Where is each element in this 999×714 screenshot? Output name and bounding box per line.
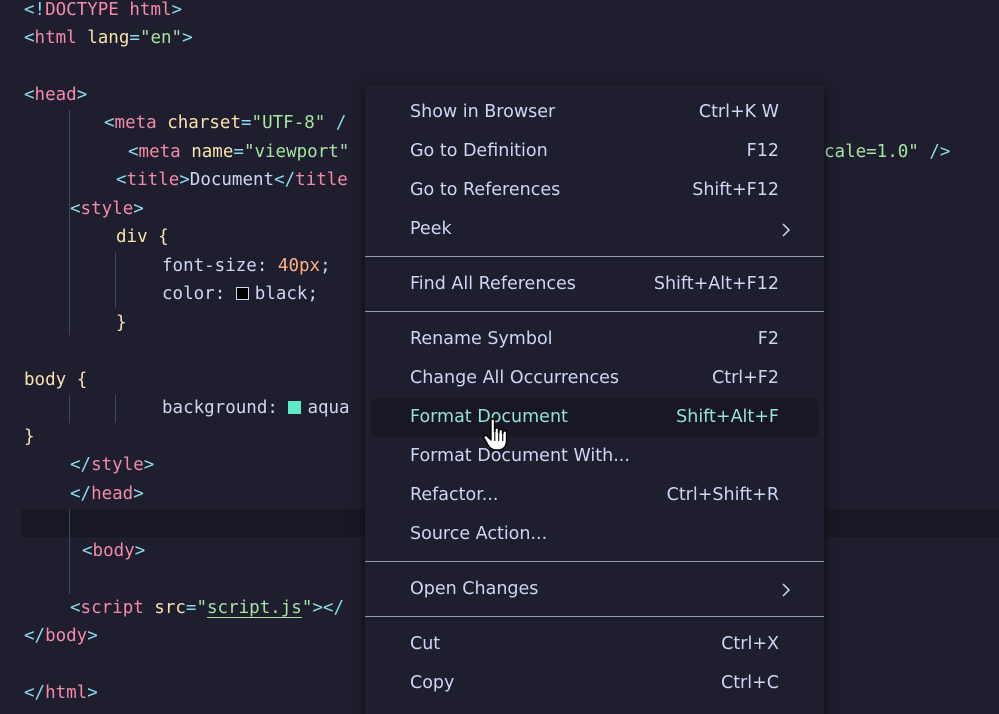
menu-separator: [365, 561, 824, 562]
menu-item-label: Source Action...: [410, 524, 548, 544]
code-line-6-tail: cale=1.0" />: [824, 142, 951, 162]
code-line-2: <html lang="en">: [24, 28, 193, 48]
menu-item-label: Open Changes: [410, 579, 539, 599]
menu-item-shortcut: Shift+Alt+F12: [653, 274, 779, 294]
code-line-22: <script src="script.js"></: [70, 598, 344, 618]
code-line-10: font-size: 40px;: [162, 256, 331, 276]
menu-separator: [365, 256, 824, 257]
code-line-5: <meta charset="UTF-8" /: [104, 113, 347, 133]
code-line-8: <style>: [70, 199, 144, 219]
code-line-1: <!DOCTYPE html>: [24, 0, 183, 20]
menu-item-shortcut: Shift+Alt+F: [676, 407, 779, 427]
chevron-right-icon: [782, 223, 791, 237]
code-editor[interactable]: <!DOCTYPE html> <html lang="en"> <head> …: [0, 0, 999, 714]
chevron-right-icon: [782, 583, 791, 597]
code-line-7: <title>Document</title: [116, 170, 348, 190]
menu-separator: [365, 311, 824, 312]
code-line-9: div {: [116, 227, 169, 247]
menu-item-label: Refactor...: [410, 485, 499, 505]
code-line-12: }: [116, 313, 127, 333]
menu-item-label: Peek: [410, 219, 452, 239]
menu-item-peek[interactable]: Peek: [371, 210, 818, 249]
code-line-23: </body>: [24, 626, 98, 646]
menu-item-shortcut: Ctrl+F2: [711, 368, 779, 388]
menu-item-label: Format Document With...: [410, 446, 630, 466]
hand-pointer-cursor-icon: [483, 418, 508, 451]
code-line-18: </head>: [70, 484, 144, 504]
code-line-20: <body>: [82, 541, 146, 561]
color-swatch-aqua[interactable]: [288, 401, 302, 414]
menu-item-label: Rename Symbol: [410, 329, 553, 349]
menu-item-label: Copy: [410, 673, 455, 693]
menu-item-rename-symbol[interactable]: Rename Symbol F2: [371, 320, 818, 359]
menu-item-refactor[interactable]: Refactor... Ctrl+Shift+R: [371, 476, 818, 515]
menu-item-cut[interactable]: Cut Ctrl+X: [371, 625, 818, 664]
menu-item-shortcut: Ctrl+C: [720, 673, 779, 693]
menu-item-open-changes[interactable]: Open Changes: [371, 570, 818, 609]
code-line-16: }: [24, 427, 35, 447]
script-src-link[interactable]: script.js: [207, 598, 302, 618]
indent-guide: [115, 252, 116, 308]
indent-guide: [115, 395, 116, 423]
color-swatch-black[interactable]: [235, 287, 249, 300]
menu-item-label: Go to References: [410, 180, 561, 200]
code-line-17: </style>: [70, 455, 155, 475]
menu-item-copy[interactable]: Copy Ctrl+C: [371, 664, 818, 703]
code-line-11: color: black;: [162, 284, 318, 304]
menu-item-shortcut: F2: [757, 329, 779, 349]
menu-separator: [365, 616, 824, 617]
code-line-14: body {: [24, 370, 88, 390]
code-line-15: background: aqua: [162, 398, 350, 418]
menu-item-label: Go to Definition: [410, 141, 548, 161]
code-line-25: </html>: [24, 683, 98, 703]
menu-item-show-in-browser[interactable]: Show in Browser Ctrl+K W: [371, 93, 818, 132]
menu-item-source-action[interactable]: Source Action...: [371, 515, 818, 554]
code-line-4: <head>: [24, 85, 88, 105]
menu-item-go-to-references[interactable]: Go to References Shift+F12: [371, 171, 818, 210]
menu-item-shortcut: Shift+F12: [692, 180, 779, 200]
menu-item-label: Show in Browser: [410, 102, 556, 122]
menu-item-shortcut: F12: [746, 141, 779, 161]
menu-item-label: Change All Occurrences: [410, 368, 619, 388]
menu-item-format-document-with[interactable]: Format Document With...: [371, 437, 818, 476]
indent-guide: [69, 395, 70, 423]
menu-item-find-all-references[interactable]: Find All References Shift+Alt+F12: [371, 265, 818, 304]
menu-item-shortcut: Ctrl+Shift+R: [666, 485, 779, 505]
menu-item-go-to-definition[interactable]: Go to Definition F12: [371, 132, 818, 171]
context-menu: Show in Browser Ctrl+K W Go to Definitio…: [365, 85, 824, 714]
menu-item-shortcut: Ctrl+K W: [698, 102, 779, 122]
code-line-6: <meta name="viewport": [128, 142, 350, 162]
menu-item-label: Cut: [410, 634, 441, 654]
menu-item-change-all-occurrences[interactable]: Change All Occurrences Ctrl+F2: [371, 359, 818, 398]
menu-item-format-document[interactable]: Format Document Shift+Alt+F: [371, 398, 818, 437]
menu-item-shortcut: Ctrl+X: [721, 634, 779, 654]
indent-guide: [69, 509, 70, 594]
menu-item-label: Find All References: [410, 274, 576, 294]
